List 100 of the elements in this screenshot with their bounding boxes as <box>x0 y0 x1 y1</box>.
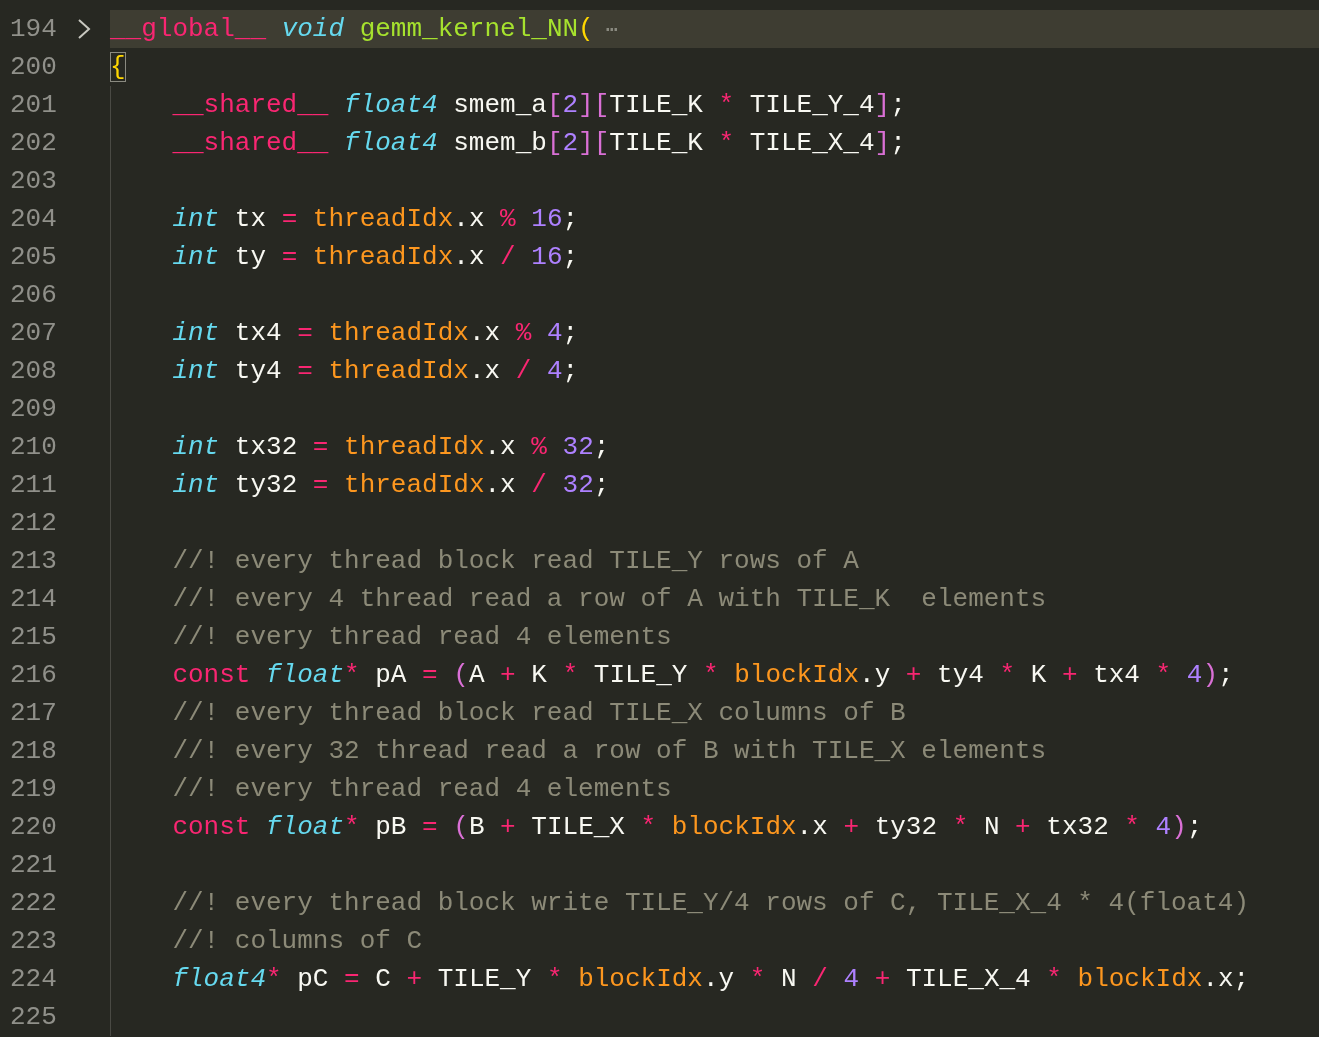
line-number: 212 <box>10 507 57 540</box>
code-operator: = <box>421 660 438 690</box>
code-bracket: ] <box>578 90 594 120</box>
fold-ellipsis: ⋯ <box>604 19 618 42</box>
code-identifier: ty4 <box>936 660 984 690</box>
code-function-name: gemm_kernel_NN <box>358 14 579 44</box>
code-builtin: threadIdx <box>343 470 485 500</box>
code-comment: //! every thread block write TILE_Y/4 rows of C, TILE_X_4 * 4(float4) <box>172 888 1249 918</box>
code-identifier: ty32 <box>233 470 298 500</box>
line-number: 216 <box>10 659 57 692</box>
line-number: 209 <box>10 393 57 426</box>
code-identifier: ; <box>890 128 906 158</box>
code-operator: = <box>343 964 360 994</box>
code-identifier: pB <box>374 812 407 842</box>
code-identifier: pC <box>296 964 329 994</box>
line-number: 202 <box>10 127 57 160</box>
code-type: float <box>265 660 345 690</box>
code-type: float4 <box>343 128 438 158</box>
code-identifier: ; <box>562 356 579 386</box>
code-operator: * <box>639 812 657 842</box>
code-identifier: ; <box>593 470 610 500</box>
code-operator: * <box>344 812 360 842</box>
line-number: 214 <box>10 583 57 616</box>
code-identifier: .x; <box>1202 964 1250 994</box>
code-comment: //! every thread block read TILE_Y rows of A <box>172 546 859 576</box>
code-operator: * <box>1045 964 1062 994</box>
code-operator: + <box>1060 660 1078 690</box>
code-identifier: C <box>374 964 391 994</box>
line-number: 215 <box>10 621 57 654</box>
code-type: void <box>280 14 345 44</box>
code-operator: * <box>1123 812 1140 842</box>
code-identifier: TILE_K <box>609 90 703 120</box>
code-operator: = <box>421 812 438 842</box>
code-identifier: smem_a <box>452 90 547 120</box>
code-operator: = <box>280 204 298 234</box>
code-builtin: blockIdx <box>1076 964 1203 994</box>
code-comment: //! every thread read 4 elements <box>172 774 672 804</box>
code-bracket: [ <box>593 128 610 158</box>
code-type: int <box>172 432 220 462</box>
code-identifier: A <box>468 660 485 690</box>
code-number: 4 <box>842 964 860 994</box>
code-identifier: .x <box>468 318 501 348</box>
code-operator: * <box>561 660 579 690</box>
code-operator: + <box>1014 812 1031 842</box>
code-operator: % <box>499 204 516 234</box>
line-number: 224 <box>10 963 57 996</box>
code-keyword: __global__ <box>110 14 267 44</box>
code-bracket: ( <box>578 14 594 44</box>
code-identifier: ty <box>233 242 267 272</box>
code-number: 16 <box>530 242 563 272</box>
code-bracket: ] <box>874 90 891 120</box>
code-number: 2 <box>562 90 579 120</box>
code-bracket: ) <box>1202 660 1219 690</box>
chevron-right-icon[interactable] <box>76 18 91 40</box>
code-identifier: TILE_X_4 <box>904 964 1031 994</box>
line-number: 208 <box>10 355 57 388</box>
code-keyword: const <box>172 660 251 690</box>
code-operator: * <box>1154 660 1172 690</box>
code-operator: * <box>344 660 360 690</box>
line-number: 210 <box>10 431 57 464</box>
code-keyword: __shared__ <box>172 128 329 158</box>
code-builtin: blockIdx <box>577 964 703 994</box>
code-identifier: tx32 <box>233 432 298 462</box>
line-number: 206 <box>10 279 57 312</box>
code-identifier: ; <box>562 204 579 234</box>
code-operator: % <box>514 318 532 348</box>
code-operator: * <box>702 660 719 690</box>
code-comment: //! every 4 thread read a row of A with TILE_K elements <box>172 584 1047 614</box>
code-identifier: ; <box>1218 660 1234 690</box>
code-identifier: ty32 <box>873 812 938 842</box>
code-number: 4 <box>1154 812 1172 842</box>
code-operator: = <box>280 242 298 272</box>
code-operator: * <box>951 812 969 842</box>
code-type: float4 <box>172 964 267 994</box>
code-operator: % <box>530 432 547 462</box>
code-bracket: ] <box>874 128 891 158</box>
code-identifier: smem_b <box>452 128 547 158</box>
code-builtin: blockIdx <box>670 812 797 842</box>
code-number: 16 <box>530 204 563 234</box>
code-bracket: [ <box>546 128 563 158</box>
code-identifier: ; <box>593 432 610 462</box>
code-identifier: .x <box>484 432 516 462</box>
line-number: 201 <box>10 89 57 122</box>
code-builtin: threadIdx <box>311 242 454 272</box>
code-number: 4 <box>545 318 563 348</box>
line-number: 200 <box>10 51 57 84</box>
code-identifier: .x <box>453 242 485 272</box>
code-identifier: tx32 <box>1045 812 1109 842</box>
line-number: 222 <box>10 887 57 920</box>
line-number: 221 <box>10 849 57 882</box>
line-number: 204 <box>10 203 57 236</box>
code-number: 4 <box>545 356 563 386</box>
code-operator: = <box>296 318 313 348</box>
code-number: 2 <box>562 128 579 158</box>
code-number: 32 <box>561 470 594 500</box>
code-bracket: [ <box>593 90 610 120</box>
line-number: 223 <box>10 925 57 958</box>
code-builtin: blockIdx <box>733 660 860 690</box>
code-builtin: threadIdx <box>311 204 454 234</box>
code-keyword: __shared__ <box>172 90 329 120</box>
